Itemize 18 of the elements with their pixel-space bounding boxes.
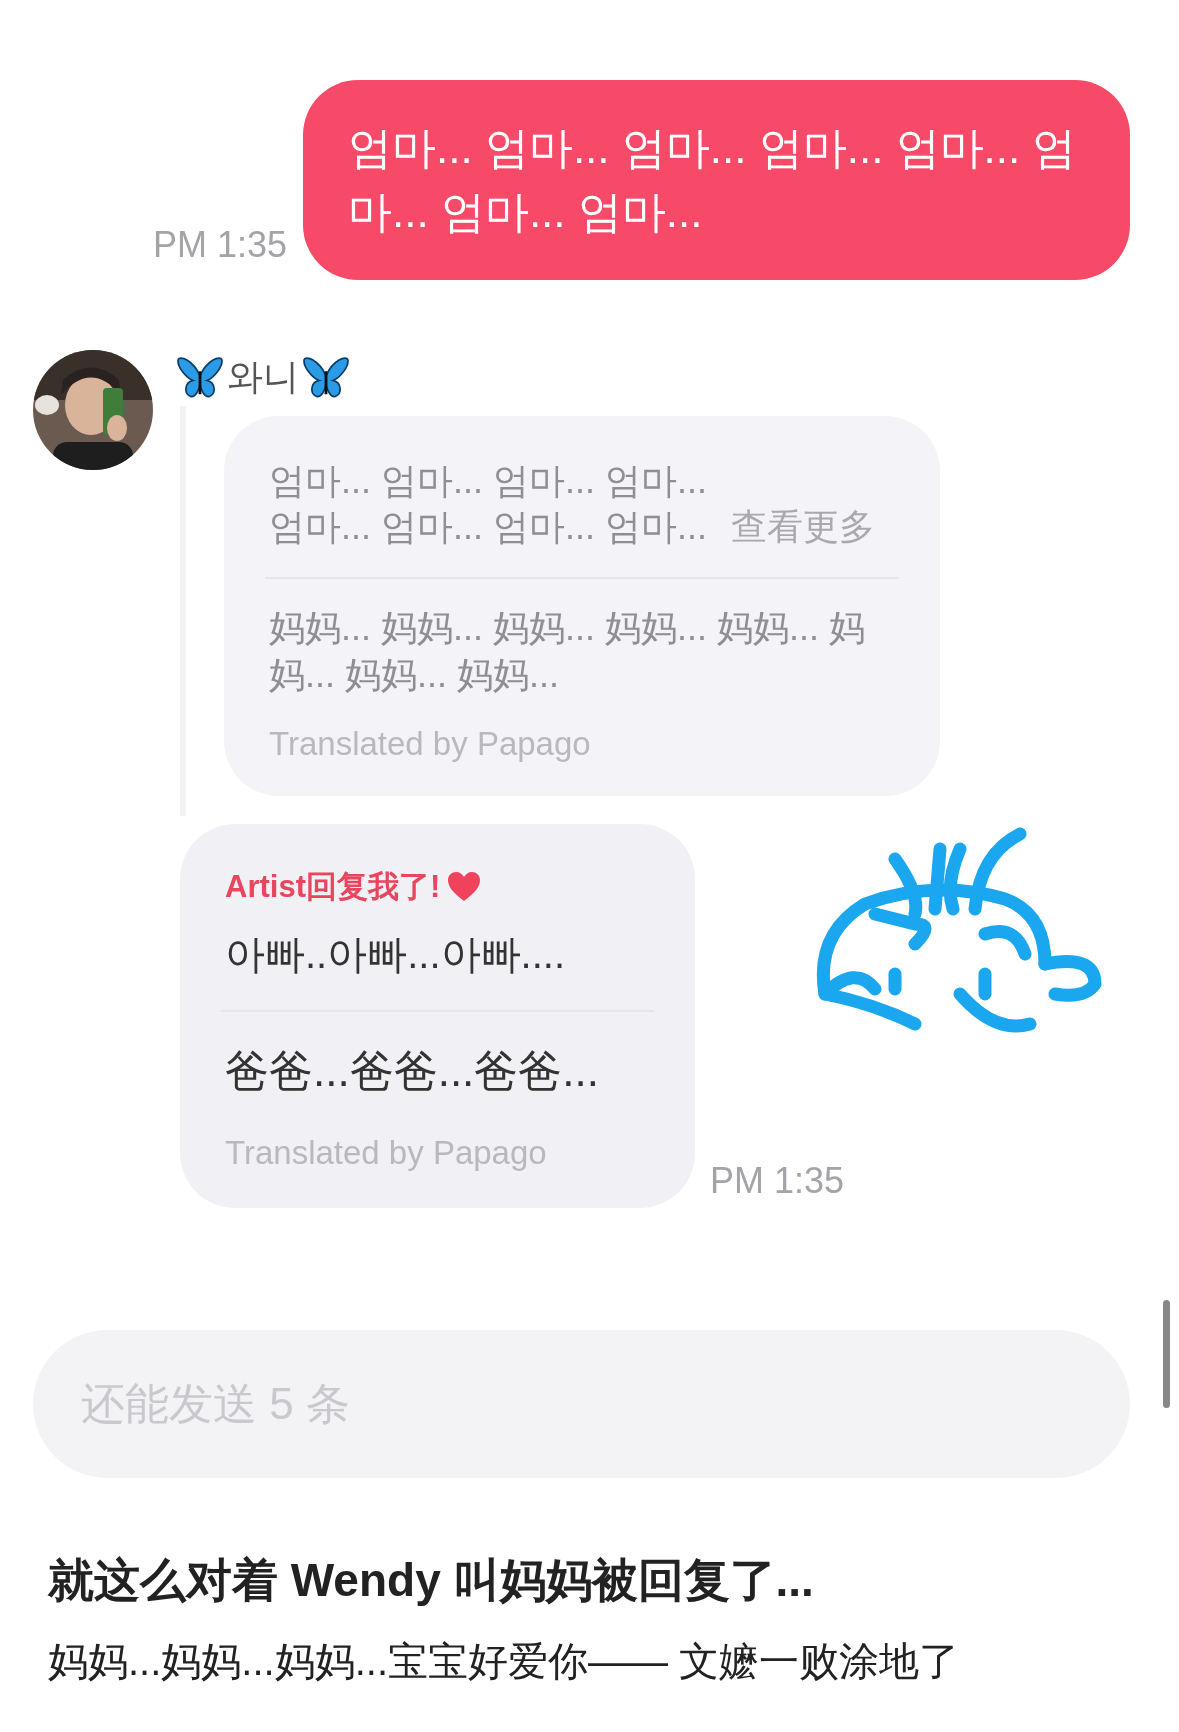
translation-credit: Translated by Papago — [225, 1133, 548, 1174]
original-text: 아빠..아빠...아빠.... — [225, 931, 567, 979]
original-text: 엄마... 엄마... 엄마... 엄마... — [269, 505, 708, 550]
caption-text: 妈妈...妈妈...妈妈...宝宝好爱你—— 文嬷一败涂地了 — [48, 1637, 961, 1685]
original-text: 엄마... 엄마... 엄마... 엄마... — [269, 458, 708, 503]
butterfly-icon — [303, 354, 349, 399]
see-more-link[interactable]: 查看更多 — [731, 504, 876, 552]
translated-text: 爸爸...爸爸...爸爸... — [225, 1045, 601, 1098]
translated-text: 妈妈... 妈妈... 妈妈... 妈妈... 妈妈... 妈妈... 妈妈... 妈妈... — [269, 606, 867, 697]
butterfly-icon — [177, 354, 223, 399]
caption-title: 就这么对着 Wendy 叫妈妈被回复了... — [48, 1552, 815, 1608]
timestamp: PM 1:35 — [152, 222, 287, 267]
message-bubble: 엄마... 엄마... 엄마... 엄마... 엄마... 엄마... 엄마... 엄마... — [303, 80, 1130, 280]
translation-credit: Translated by Papago — [269, 723, 592, 764]
reply-tag: Artist回复我了! — [225, 863, 441, 911]
timestamp: PM 1:35 — [710, 1158, 846, 1203]
sender-name: 와니 — [227, 354, 299, 399]
heart-icon — [448, 871, 481, 902]
